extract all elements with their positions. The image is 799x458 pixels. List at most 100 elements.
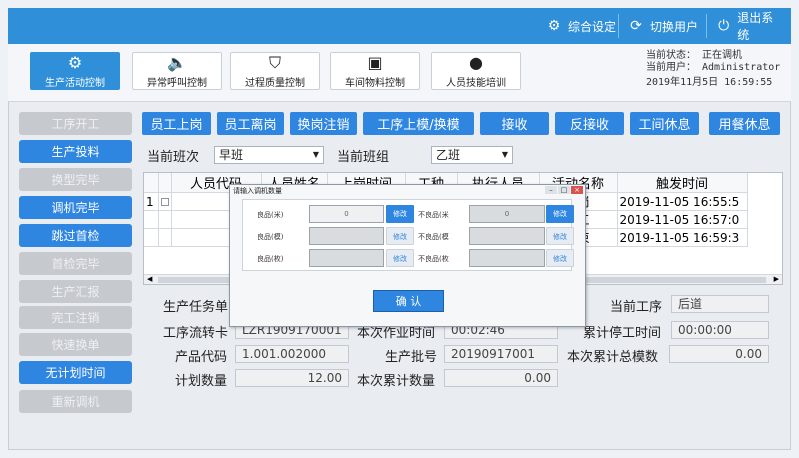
employee-off-duty-button[interactable]: 员工离岗 [217,112,284,135]
bad-piece-label: 不良品(枚 [418,255,449,263]
bad-meter-input[interactable]: 0 [469,205,545,223]
bad-piece-input[interactable] [469,249,545,267]
shift-value: 早班 [219,148,244,162]
box-icon: ▣ [367,52,383,72]
group-label: 当前班组 [337,150,390,165]
group-select[interactable]: 乙班 ▼ [431,146,513,164]
status-state: 当前状态： 正在调机 [646,50,743,61]
sidebar-changeover-done[interactable]: 换型完毕 [19,168,132,191]
module-label: 生产活动控制 [45,77,105,89]
cell-trigger: 2019-11-05 16:55:5 [617,192,748,211]
group-value: 乙班 [436,148,461,162]
sidebar-skip-first-inspection[interactable]: 跳过首检 [19,224,132,247]
module-production-control[interactable]: ⚙ 生产活动控制 [30,52,120,90]
task-label: 生产任务单 [163,300,229,315]
sidebar-setup-done[interactable]: 调机完毕 [19,196,132,219]
dialog-title: 请输入调机数量 [233,187,282,195]
plan-qty-label: 计划数量 [175,374,228,389]
acc-qty-label: 本次累计数量 [357,374,436,389]
plan-qty-field: 12.00 [235,369,349,387]
refresh-icon: ⟳ [630,18,642,34]
speaker-icon: 🔈 [167,52,187,72]
scroll-left-icon[interactable]: ◀ [147,275,152,283]
bad-piece-modify-button[interactable]: 修改 [546,249,574,267]
switch-user-label: 切换用户 [650,19,699,34]
good-mold-modify-button[interactable]: 修改 [386,227,414,245]
module-quality-control[interactable]: ⛉ 过程质量控制 [230,52,320,90]
good-mold-input[interactable] [309,227,384,245]
shield-icon: ⛉ [268,52,281,72]
module-label: 过程质量控制 [245,77,305,89]
top-bar: ⚙ 综合设定 ⟳ 切换用户 ⏻ 退出系统 [8,8,791,44]
exit-button[interactable]: ⏻ 退出系统 [706,11,791,42]
sidebar-material-feed[interactable]: 生产投料 [19,140,132,163]
bad-mold-label: 不良品(模 [418,233,449,241]
module-label: 异常呼叫控制 [147,77,207,89]
bad-mold-input[interactable] [469,227,545,245]
confirm-button[interactable]: 确 认 [373,290,444,312]
product-code-field: 1.001.002000 [235,345,349,363]
receive-button[interactable]: 接收 [480,112,549,135]
module-skill-training[interactable]: ● 人员技能培训 [431,52,521,90]
batch-label: 生产批号 [385,350,438,365]
module-label: 人员技能培训 [446,77,506,89]
module-alarm-call[interactable]: 🔈 异常呼叫控制 [132,52,222,90]
status-user: 当前用户： Administrator [646,62,781,73]
switch-user-button[interactable]: ⟳ 切换用户 [618,12,706,40]
unreceive-button[interactable]: 反接收 [555,112,624,135]
stoptime-label: 累计停工时间 [583,326,662,341]
product-code-label: 产品代码 [175,350,228,365]
bad-meter-modify-button[interactable]: 修改 [546,205,574,223]
sidebar-quick-order-change[interactable]: 快速换单 [19,333,132,356]
close-icon[interactable]: × [571,186,583,194]
work-break-button[interactable]: 工间休息 [630,112,699,135]
dialog-input-panel: 良品(米) 0 修改 不良品(米 0 修改 良品(模) 修改 不良品(模 修改 … [242,199,574,271]
sidebar-unplanned-time[interactable]: 无计划时间 [19,361,132,384]
row-number [144,210,159,229]
status-panel: 当前状态： 正在调机 当前用户： Administrator 2019年11月5… [646,50,780,89]
current-process-field: 后道 [671,295,769,313]
top-divider [618,14,619,38]
module-label: 车间物料控制 [345,77,405,89]
maximize-icon[interactable]: □ [558,186,570,194]
good-piece-modify-button[interactable]: 修改 [386,249,414,267]
batch-field: 20190917001 [444,345,558,363]
sidebar-first-inspection-done[interactable]: 首检完毕 [19,252,132,275]
molds-label: 本次累计总模数 [567,350,659,365]
good-piece-input[interactable] [309,249,384,267]
good-meter-label: 良品(米) [257,211,284,219]
sidebar-production-report[interactable]: 生产汇报 [19,280,132,303]
sidebar-process-start[interactable]: 工序开工 [19,112,132,135]
quantity-dialog: 请输入调机数量 – □ × 良品(米) 0 修改 不良品(米 0 修改 良品(模… [229,184,586,327]
gears-icon: ⚙ [67,52,83,72]
chevron-down-icon: ▼ [312,150,319,159]
cell-trigger: 2019-11-05 16:59:3 [617,228,748,247]
row-checkbox[interactable] [158,228,172,247]
top-divider [706,14,707,38]
minimize-icon[interactable]: – [545,186,557,194]
scroll-right-icon[interactable]: ▶ [774,275,779,283]
dialog-window-controls: – □ × [545,186,583,194]
good-meter-input[interactable]: 0 [309,205,384,223]
exit-label: 退出系统 [737,11,774,42]
row-number [144,228,159,247]
gear-icon: ⚙ [547,18,561,34]
status-datetime: 2019年11月5日 16:59:55 [646,77,773,88]
bad-mold-modify-button[interactable]: 修改 [546,227,574,245]
grid-col-trigger: 触发时间 [617,173,748,193]
stoptime-field: 00:00:00 [671,321,769,339]
sidebar-readjust[interactable]: 重新调机 [19,390,132,413]
good-piece-label: 良品(枚) [257,255,284,263]
settings-button[interactable]: ⚙ 综合设定 [538,12,624,40]
row-checkbox[interactable] [158,210,172,229]
employee-on-duty-button[interactable]: 员工上岗 [142,112,211,135]
post-change-cancel-button[interactable]: 换岗注销 [290,112,357,135]
mold-change-button[interactable]: 工序上模/换模 [363,112,474,135]
good-meter-modify-button[interactable]: 修改 [386,205,414,223]
shift-select[interactable]: 早班 ▼ [214,146,324,164]
module-material-control[interactable]: ▣ 车间物料控制 [330,52,420,90]
row-checkbox[interactable] [158,192,172,211]
meal-break-button[interactable]: 用餐休息 [709,112,780,135]
sidebar-completion-cancel[interactable]: 完工注销 [19,306,132,329]
power-icon: ⏻ [718,18,730,34]
